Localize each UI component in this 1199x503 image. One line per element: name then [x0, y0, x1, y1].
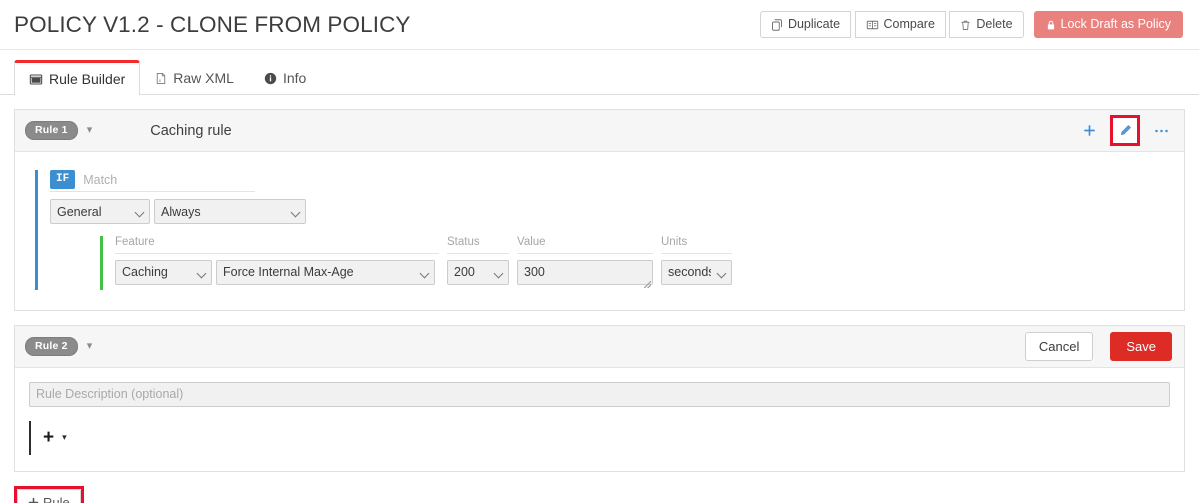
- page-title: POLICY V1.2 - CLONE FROM POLICY: [14, 11, 411, 37]
- units-select[interactable]: seconds: [661, 259, 732, 285]
- lock-icon: [1046, 19, 1056, 31]
- feature-select-wrap: Caching: [115, 259, 212, 285]
- plus-icon[interactable]: [1078, 120, 1100, 142]
- rule-description-input[interactable]: [29, 381, 1170, 407]
- compare-button-label: Compare: [883, 17, 935, 32]
- add-plus-icon[interactable]: +: [43, 428, 54, 447]
- header-actions: Duplicate Compare Delete Lock Draft as P…: [759, 11, 1183, 38]
- compare-button[interactable]: Compare: [854, 11, 946, 38]
- header-button-group: Duplicate Compare Delete: [759, 11, 1024, 38]
- value-textarea[interactable]: [517, 259, 653, 285]
- tab-raw-xml-label: Raw XML: [173, 70, 234, 86]
- edit-pencil-icon[interactable]: [1114, 119, 1136, 141]
- page-header: POLICY V1.2 - CLONE FROM POLICY Duplicat…: [0, 0, 1199, 50]
- feature-label: Feature: [115, 236, 439, 254]
- rule-card-1: Rule 1 ▾ Caching rule IF Match General A…: [14, 109, 1185, 311]
- feature-fields-row: Feature Caching Force Internal Max-Age S…: [115, 236, 1184, 290]
- rules-content: Rule 1 ▾ Caching rule IF Match General A…: [0, 95, 1199, 472]
- rule-1-title: Caching rule: [150, 122, 232, 139]
- feature-action-block: Feature Caching Force Internal Max-Age S…: [100, 236, 1184, 290]
- add-condition-block: + ▾: [29, 420, 1170, 455]
- behavior-select[interactable]: Force Internal Max-Age: [216, 259, 435, 285]
- footer-area: Rule: [0, 485, 1199, 503]
- feature-select[interactable]: Caching: [115, 259, 212, 285]
- tab-info[interactable]: Info: [249, 60, 321, 95]
- rule-2-badge: Rule 2: [25, 337, 78, 356]
- rule-1-header-actions: [1078, 115, 1172, 146]
- copy-icon: [771, 18, 783, 31]
- match-label-wrap: IF Match: [50, 170, 255, 193]
- duplicate-button[interactable]: Duplicate: [759, 11, 852, 38]
- status-field-group: Status 200: [447, 236, 509, 285]
- value-field-group: Value: [517, 236, 653, 290]
- feature-field-group: Feature Caching Force Internal Max-Age: [115, 236, 439, 285]
- units-select-wrap: seconds: [661, 259, 732, 285]
- trash-icon: [960, 19, 971, 31]
- rule-2-collapse-chevron-down-icon[interactable]: ▾: [87, 340, 93, 352]
- condition-operator-select[interactable]: Always: [154, 199, 306, 225]
- status-select-wrap: 200: [447, 259, 509, 285]
- units-field-group: Units seconds: [661, 236, 732, 285]
- rule-1-header: Rule 1 ▾ Caching rule: [15, 110, 1184, 152]
- rule-2-header-actions: Cancel Save: [1024, 331, 1172, 361]
- if-tag: IF: [50, 170, 76, 190]
- tab-rule-builder[interactable]: Rule Builder: [14, 60, 141, 95]
- add-rule-button[interactable]: Rule: [17, 488, 81, 503]
- plus-icon: [28, 497, 39, 503]
- if-label-row: IF Match: [50, 170, 1184, 193]
- tab-info-label: Info: [282, 70, 307, 86]
- duplicate-button-label: Duplicate: [787, 17, 841, 32]
- add-chevron-down-icon[interactable]: ▾: [62, 433, 67, 442]
- feature-selects: Caching Force Internal Max-Age: [115, 259, 439, 285]
- rule-1-badge: Rule 1: [25, 121, 78, 140]
- delete-button[interactable]: Delete: [949, 11, 1024, 38]
- lock-draft-as-policy-button[interactable]: Lock Draft as Policy: [1033, 11, 1183, 38]
- window-icon: [29, 73, 43, 86]
- behavior-select-wrap: Force Internal Max-Age: [216, 259, 435, 285]
- condition-category-select-wrap: General: [50, 199, 150, 225]
- more-options-icon[interactable]: [1150, 120, 1172, 142]
- rule-1-collapse-chevron-down-icon[interactable]: ▾: [87, 125, 93, 136]
- info-icon: [264, 72, 277, 85]
- svg-text:x: x: [159, 77, 162, 82]
- tab-raw-xml[interactable]: x Raw XML: [140, 60, 249, 95]
- compare-icon: [866, 19, 879, 31]
- rule-2-header: Rule 2 ▾ Cancel Save: [15, 325, 1184, 368]
- delete-button-label: Delete: [976, 17, 1013, 32]
- rule-1-body: IF Match General Always Feature Caching …: [15, 152, 1184, 310]
- edit-rule-button-highlight: [1110, 115, 1140, 146]
- match-label: Match: [83, 172, 118, 187]
- status-select[interactable]: 200: [447, 259, 509, 285]
- xml-file-icon: x: [155, 72, 167, 85]
- add-rule-button-highlight: Rule: [14, 485, 84, 503]
- condition-category-select[interactable]: General: [50, 199, 150, 225]
- value-textarea-wrap: [517, 259, 653, 290]
- cancel-button[interactable]: Cancel: [1024, 331, 1094, 361]
- condition-operator-select-wrap: Always: [154, 199, 306, 225]
- value-label: Value: [517, 236, 653, 254]
- status-label: Status: [447, 236, 509, 254]
- units-label: Units: [661, 236, 732, 254]
- add-rule-button-label: Rule: [43, 494, 70, 503]
- condition-selects-row: General Always: [50, 199, 1184, 225]
- tab-rule-builder-label: Rule Builder: [49, 71, 126, 87]
- rule-card-2: Rule 2 ▾ Cancel Save + ▾: [14, 324, 1185, 472]
- if-condition-block: IF Match General Always Feature Caching …: [35, 170, 1184, 290]
- lock-draft-button-label: Lock Draft as Policy: [1060, 17, 1171, 32]
- save-button[interactable]: Save: [1110, 331, 1172, 361]
- tab-bar: Rule Builder x Raw XML Info: [0, 50, 1199, 95]
- rule-2-body: + ▾: [15, 368, 1184, 471]
